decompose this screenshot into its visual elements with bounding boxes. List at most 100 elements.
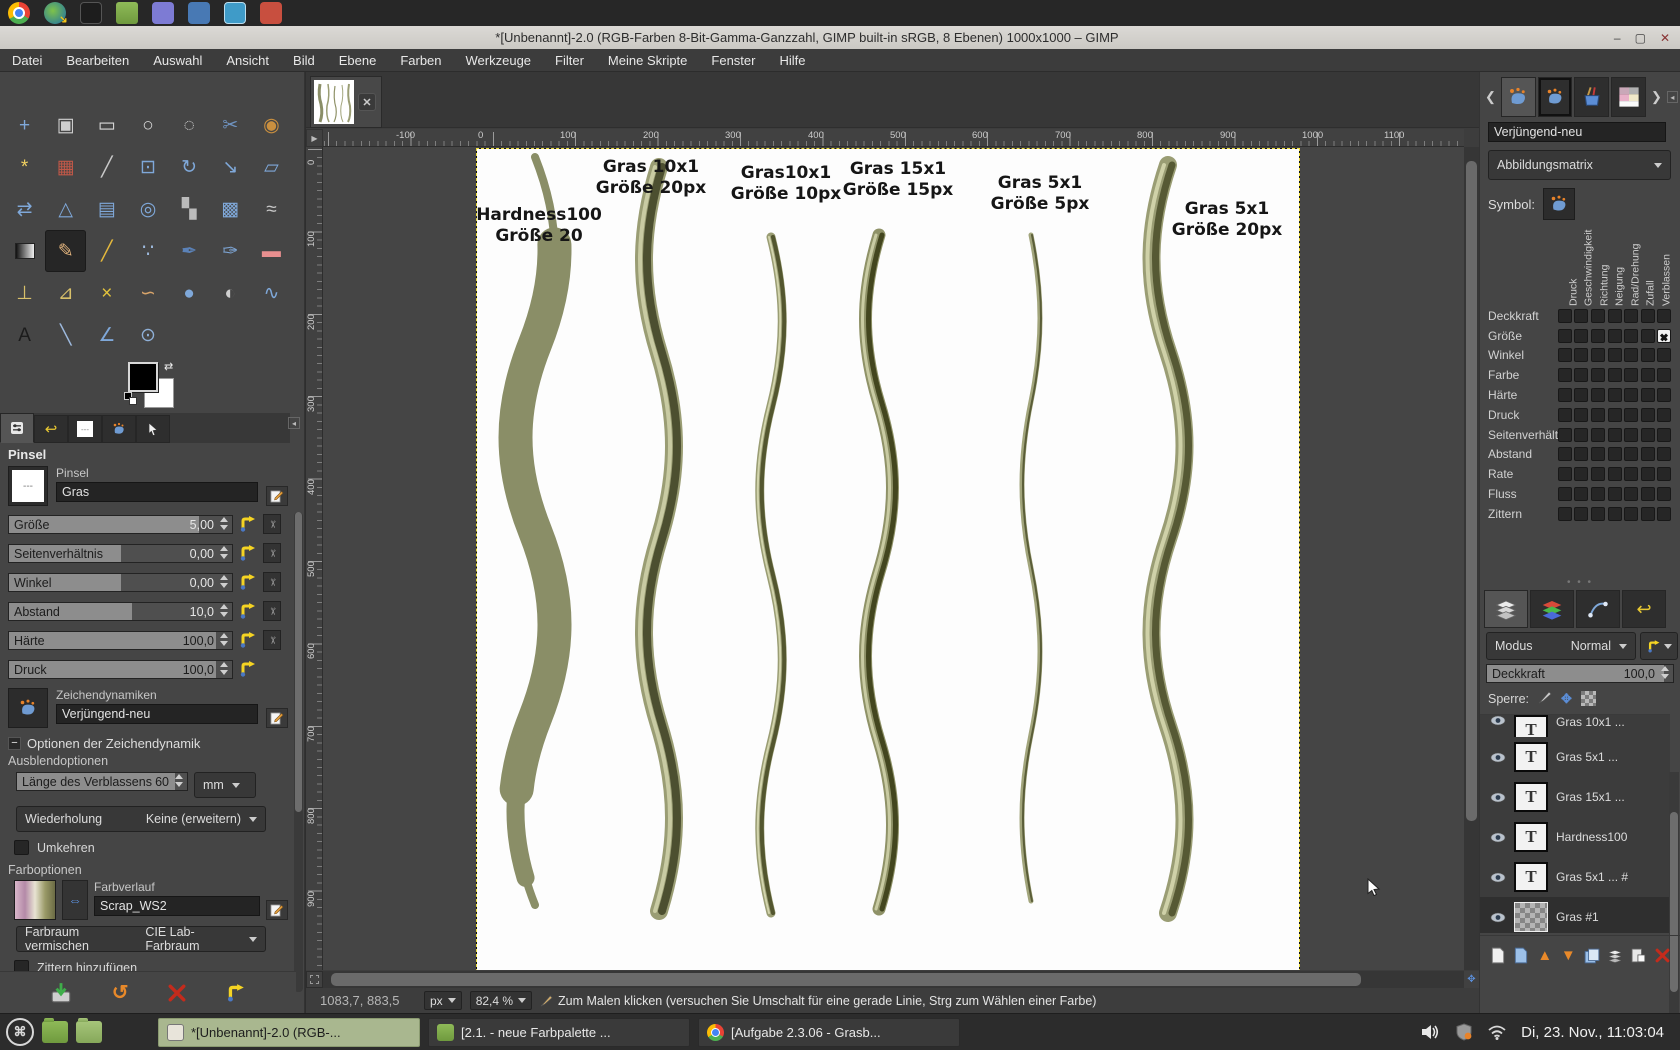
- layer-row[interactable]: T Gras 5x1 ...: [1480, 737, 1670, 777]
- matrix-checkbox[interactable]: [1607, 467, 1622, 482]
- tab-undo-history[interactable]: ↩: [34, 415, 68, 443]
- fade-length-slider[interactable]: Länge des Verblassens 60: [16, 772, 188, 791]
- tool-blur-sharpen[interactable]: ●: [169, 272, 210, 314]
- restore-options-button[interactable]: ↺: [112, 980, 129, 1005]
- dynamics-name-field[interactable]: [1488, 122, 1666, 142]
- edit-brush-button[interactable]: [266, 486, 288, 506]
- layer-row[interactable]: T Gras 15x1 ...: [1480, 777, 1670, 817]
- reset-option-button[interactable]: [237, 630, 259, 650]
- canvas-viewport[interactable]: Hardness100 Größe 20 Gras 10x1 Größe 20px …: [323, 147, 1464, 970]
- dynamics-options-expander[interactable]: − Optionen der Zeichendynamik: [8, 736, 288, 751]
- matrix-checkbox[interactable]: [1591, 388, 1606, 403]
- save-options-button[interactable]: [50, 982, 72, 1003]
- matrix-checkbox[interactable]: [1624, 348, 1639, 363]
- tab-channels[interactable]: [1530, 590, 1574, 628]
- matrix-checkbox[interactable]: [1624, 487, 1639, 502]
- tab-tool-options[interactable]: [0, 413, 34, 443]
- matrix-checkbox[interactable]: [1557, 328, 1572, 343]
- tool-warp-transform[interactable]: ≈: [251, 188, 292, 230]
- layer-opacity-slider[interactable]: Deckkraft 100,0: [1486, 664, 1674, 683]
- matrix-checkbox[interactable]: [1640, 407, 1655, 422]
- image-canvas[interactable]: Hardness100 Größe 20 Gras 10x1 Größe 20px …: [476, 148, 1300, 970]
- new-layer-group-button[interactable]: [1511, 945, 1531, 967]
- taskbar-folder-launcher[interactable]: [76, 1018, 102, 1043]
- maximize-button[interactable]: ▢: [1635, 31, 1646, 45]
- tab-pointer[interactable]: [136, 415, 170, 443]
- vertical-ruler[interactable]: 0 100 200 300 400 500 600 700 800 900: [306, 147, 323, 970]
- matrix-checkbox[interactable]: [1574, 467, 1589, 482]
- menu-item[interactable]: Fenster: [699, 51, 767, 70]
- dynamics-symbol-button[interactable]: [1542, 188, 1575, 220]
- edit-dynamics-button[interactable]: [266, 708, 288, 728]
- matrix-checkbox[interactable]: [1574, 328, 1589, 343]
- edit-gradient-button[interactable]: [266, 900, 288, 920]
- downloader[interactable]: [44, 2, 66, 24]
- matrix-checkbox[interactable]: [1557, 487, 1572, 502]
- dock-menu-arrow[interactable]: ◂: [288, 417, 300, 429]
- matrix-checkbox[interactable]: [1624, 388, 1639, 403]
- volume-icon[interactable]: [1421, 1024, 1441, 1040]
- tool-3d-transform[interactable]: ▤: [86, 188, 127, 230]
- spinner[interactable]: [218, 516, 230, 530]
- reset-option-button[interactable]: [237, 514, 259, 534]
- reverse-checkbox[interactable]: [14, 840, 29, 855]
- tool-perspective-clone[interactable]: ⊿: [45, 272, 86, 314]
- option-slider[interactable]: Winkel 0,00: [8, 572, 233, 592]
- matrix-checkbox[interactable]: [1591, 506, 1606, 521]
- matrix-checkbox[interactable]: [1624, 407, 1639, 422]
- tool-zoom[interactable]: ⊙: [127, 314, 168, 356]
- wifi-icon[interactable]: [1487, 1025, 1507, 1040]
- mapping-matrix-select[interactable]: Abbildungsmatrix: [1488, 150, 1671, 180]
- link-to-brush-button[interactable]: ✂: [263, 572, 281, 592]
- layer-list-scrollbar[interactable]: [1669, 772, 1679, 1022]
- tool-unified-transform[interactable]: ⊡: [127, 146, 168, 188]
- taskbar-window-button[interactable]: [2.1. - neue Farbpalette ...: [428, 1017, 690, 1047]
- matrix-checkbox[interactable]: [1657, 348, 1672, 363]
- browser[interactable]: [8, 2, 30, 24]
- tool-scale[interactable]: ↘: [210, 146, 251, 188]
- tool-dodge-burn[interactable]: ◐: [210, 272, 251, 314]
- matrix-checkbox[interactable]: [1557, 467, 1572, 482]
- shield-update-icon[interactable]: [1455, 1023, 1473, 1041]
- tool-airbrush[interactable]: ∵: [127, 230, 168, 272]
- matrix-checkbox[interactable]: [1657, 427, 1672, 442]
- matrix-checkbox[interactable]: [1624, 308, 1639, 323]
- tool-crop[interactable]: ╱: [86, 146, 127, 188]
- link-to-brush-button[interactable]: ✂: [263, 601, 281, 621]
- tool-select-by-color[interactable]: ▦: [45, 146, 86, 188]
- matrix-checkbox[interactable]: [1607, 506, 1622, 521]
- lower-layer-button[interactable]: ▼: [1558, 945, 1578, 967]
- menu-item[interactable]: Bild: [281, 51, 327, 70]
- reset-option-button[interactable]: [237, 601, 259, 621]
- spinner[interactable]: [173, 774, 185, 787]
- dynamics-name-input[interactable]: [56, 704, 258, 724]
- lock-paint-icon[interactable]: [1538, 690, 1552, 707]
- tool-gradient[interactable]: [4, 230, 45, 272]
- matrix-checkbox[interactable]: [1591, 407, 1606, 422]
- matrix-checkbox[interactable]: [1657, 467, 1672, 482]
- matrix-checkbox[interactable]: [1657, 308, 1672, 323]
- tab-palette[interactable]: [1611, 77, 1646, 117]
- vertical-scrollbar[interactable]: [1464, 147, 1479, 970]
- matrix-checkbox[interactable]: [1624, 506, 1639, 521]
- tab-paint-dynamics[interactable]: [1500, 77, 1536, 117]
- taskbar-files-launcher[interactable]: [42, 1018, 68, 1043]
- image-tab[interactable]: ✕: [310, 76, 382, 128]
- option-slider[interactable]: Abstand 10,0: [8, 601, 233, 621]
- tool-clone[interactable]: ⊥: [4, 272, 45, 314]
- gradient-name-input[interactable]: [94, 896, 260, 916]
- quick-mask-button[interactable]: [306, 971, 323, 988]
- matrix-checkbox[interactable]: [1557, 427, 1572, 442]
- menu-item[interactable]: Farben: [388, 51, 453, 70]
- spinner[interactable]: [218, 574, 230, 588]
- tool-shear[interactable]: ▱: [251, 146, 292, 188]
- monitor[interactable]: [224, 2, 246, 24]
- link-to-brush-button[interactable]: ✂: [263, 630, 281, 650]
- tool-mypaint-brush[interactable]: ✑: [210, 230, 251, 272]
- writer[interactable]: [152, 2, 174, 24]
- visibility-eye-icon[interactable]: [1490, 912, 1506, 923]
- dynamics-preview-button[interactable]: [8, 688, 48, 728]
- tab-layers[interactable]: [1484, 590, 1528, 628]
- delete-layer-button[interactable]: [1652, 945, 1672, 967]
- option-slider[interactable]: Größe 5,00: [8, 514, 233, 534]
